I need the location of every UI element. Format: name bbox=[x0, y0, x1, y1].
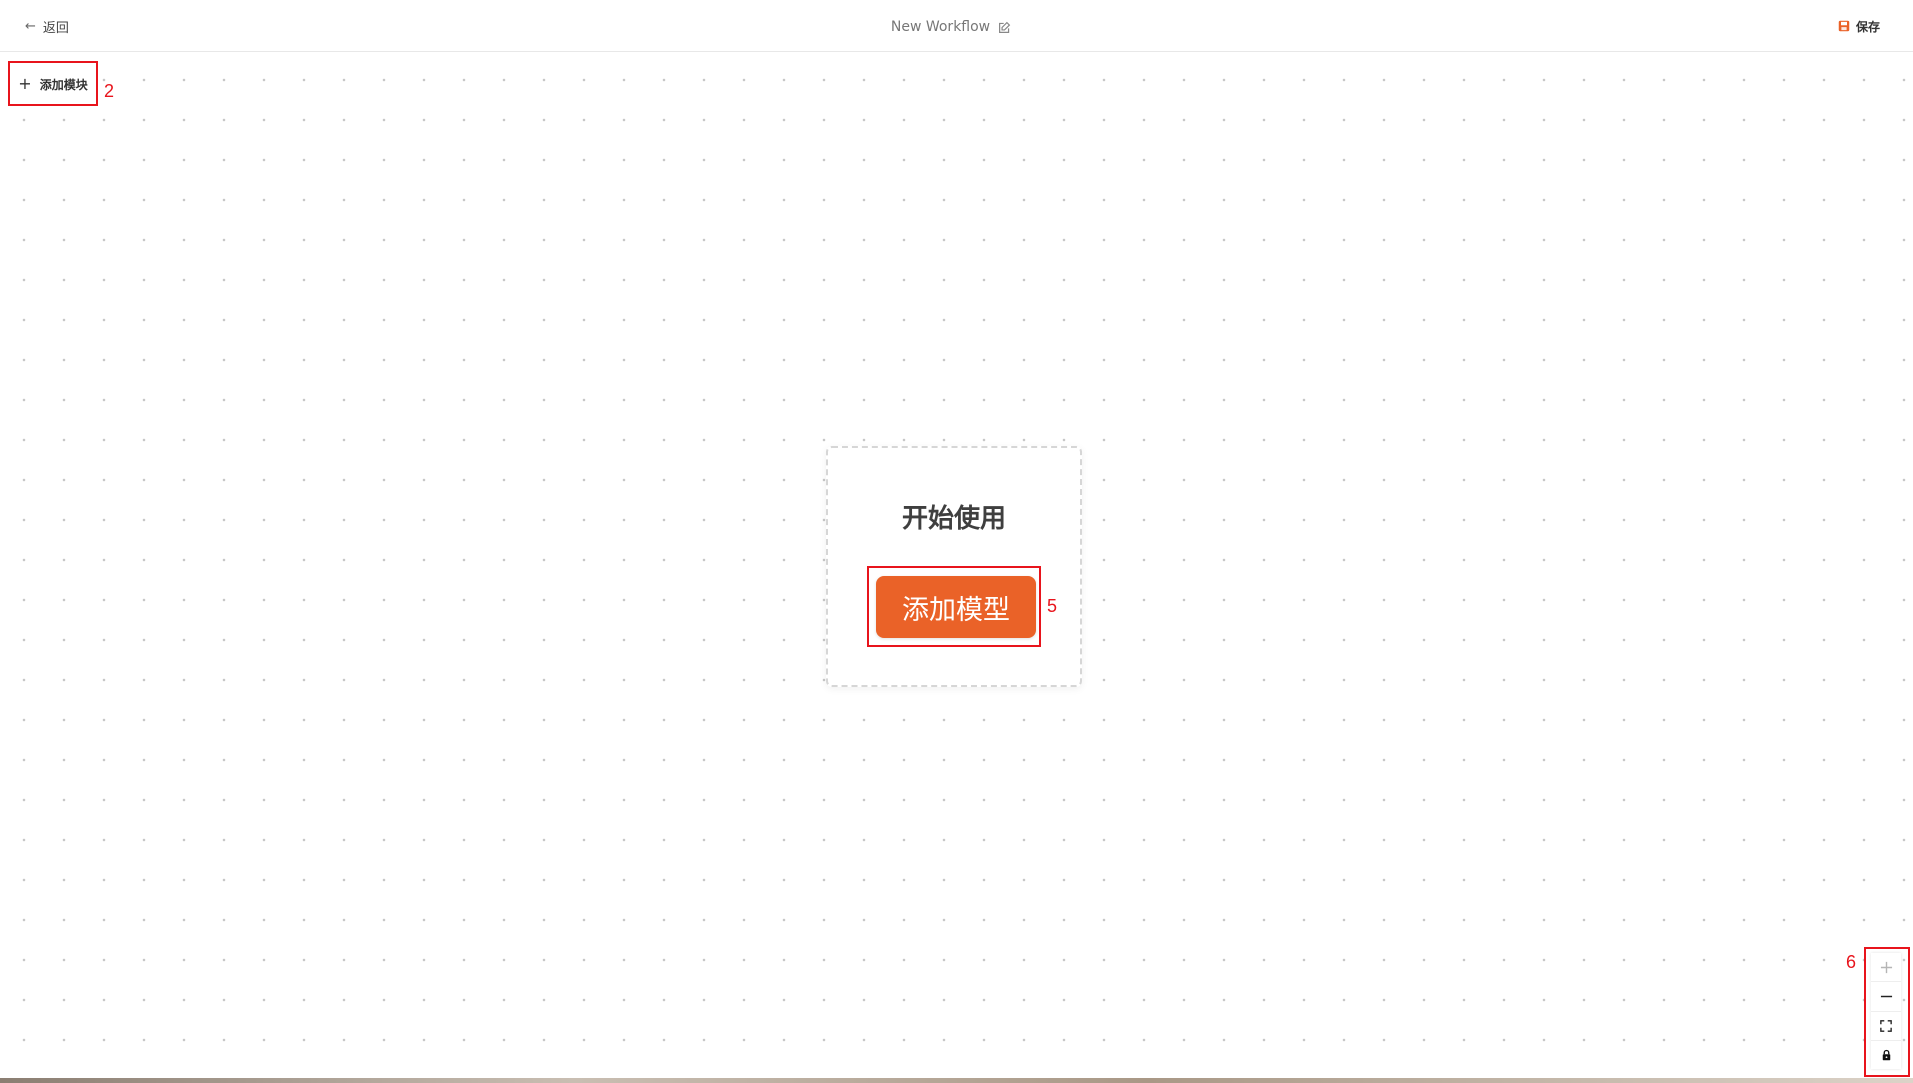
arrow-left-icon: ← bbox=[25, 18, 36, 34]
zoom-in-button[interactable] bbox=[1871, 953, 1901, 983]
annotation-number-2: 2 bbox=[104, 81, 115, 101]
back-button[interactable]: ← 返回 bbox=[13, 11, 88, 41]
annotation-number-6: 6 bbox=[1846, 952, 1857, 972]
workflow-title: New Workflow bbox=[890, 19, 991, 35]
annotation-number-5: 5 bbox=[1047, 596, 1058, 616]
window-bottom-strip bbox=[0, 1078, 1913, 1083]
start-card: 开始使用 添加模型 bbox=[826, 446, 1082, 687]
back-label: 返回 bbox=[42, 20, 69, 36]
plus-icon: + bbox=[18, 74, 32, 93]
start-card-title: 开始使用 bbox=[901, 504, 1006, 534]
top-header: ← 返回 New Workflow 保存 bbox=[0, 0, 1913, 52]
workflow-title-area: New Workflow bbox=[886, 14, 1016, 40]
workflow-editor: ← 返回 New Workflow 保存 + 添加模块 开始使用 添加模型 2 … bbox=[0, 0, 1913, 1083]
fit-view-button[interactable] bbox=[1871, 1012, 1901, 1041]
add-block-label: 添加模块 bbox=[39, 77, 88, 92]
lock-button[interactable] bbox=[1871, 1041, 1901, 1069]
minus-icon bbox=[1880, 995, 1892, 998]
lock-icon bbox=[1882, 1049, 1890, 1061]
floppy-disk-icon bbox=[1838, 20, 1850, 32]
fit-view-icon bbox=[1880, 1019, 1892, 1032]
save-label: 保存 bbox=[1855, 19, 1880, 34]
add-block-button[interactable]: + 添加模块 bbox=[10, 65, 96, 103]
zoom-controls bbox=[1871, 953, 1901, 1069]
plus-icon bbox=[1880, 961, 1892, 973]
add-model-button[interactable]: 添加模型 bbox=[876, 576, 1036, 638]
zoom-out-button[interactable] bbox=[1871, 982, 1901, 1012]
save-button[interactable]: 保存 bbox=[1827, 11, 1891, 41]
edit-icon[interactable] bbox=[998, 21, 1011, 34]
